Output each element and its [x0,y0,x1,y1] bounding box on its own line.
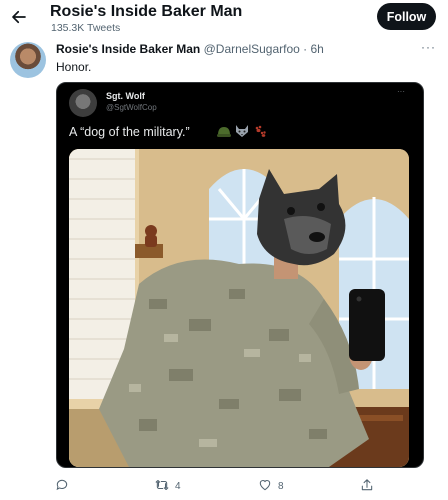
embedded-more-icon[interactable]: ··· [397,87,405,96]
wolf-face-icon [234,124,250,143]
embedded-avatar[interactable] [69,89,97,117]
tweet-photo[interactable] [69,149,409,467]
embedded-tweet-card[interactable]: Sgt. Wolf @SgtWolfCop ··· A “dog of the … [56,82,424,468]
like-button[interactable]: 8 [258,478,284,495]
paw-prints-icon [253,124,267,143]
profile-header: Rosie's Inside Baker Man 135.3K Tweets F… [0,0,448,40]
follow-button[interactable]: Follow [377,3,436,30]
tweet-count: 135.3K Tweets [51,22,121,34]
avatar[interactable] [10,42,46,78]
military-helmet-icon [217,125,231,143]
embedded-handle[interactable]: @SgtWolfCop [106,103,157,112]
author-handle-time[interactable]: @DarnelSugarfoo · 6h [204,42,324,56]
reply-icon [55,478,69,495]
tweet-actions: 4 8 [0,474,448,496]
heart-icon [258,478,272,495]
like-count: 8 [278,481,284,492]
more-options-icon[interactable]: ··· [421,40,436,54]
page-title: Rosie's Inside Baker Man [50,3,243,20]
back-arrow-icon[interactable] [10,8,28,26]
embedded-emojis [217,124,267,143]
tweet-author: Rosie's Inside Baker Man @DarnelSugarfoo… [56,42,324,56]
retweet-button[interactable]: 4 [155,478,181,495]
share-icon [360,478,374,495]
reply-button[interactable] [55,478,69,495]
author-display-name[interactable]: Rosie's Inside Baker Man [56,42,200,56]
retweet-count: 4 [175,481,181,492]
retweet-icon [155,478,169,495]
share-button[interactable] [360,478,374,495]
embedded-display-name[interactable]: Sgt. Wolf [106,91,145,101]
tweet-text: Honor. [56,60,92,74]
embedded-tweet-text: A “dog of the military.” [69,125,190,139]
